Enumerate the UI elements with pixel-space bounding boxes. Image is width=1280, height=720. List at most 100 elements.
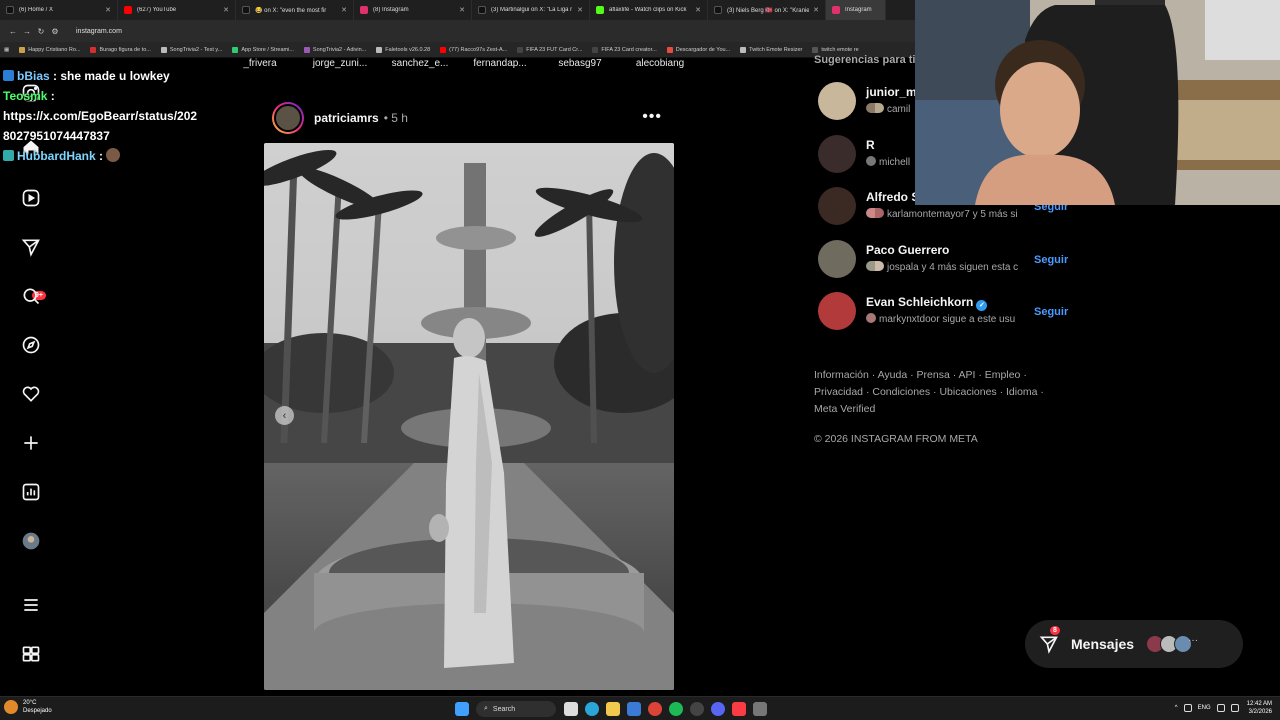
bookmark[interactable]: SongTrivia2 - Adivin...: [303, 46, 366, 53]
story-username[interactable]: sanchez_e...: [380, 58, 460, 72]
weather-desc: Despejado: [23, 708, 52, 714]
suggestion-avatar[interactable]: [818, 135, 856, 173]
browser-tab[interactable]: 😂 on X: "even the most fir ✕: [236, 0, 354, 20]
tab-favicon: [124, 6, 132, 14]
forward-icon[interactable]: →: [20, 27, 34, 36]
bookmark-label: Burago figura de to...: [99, 46, 151, 53]
reels-icon[interactable]: [21, 188, 41, 208]
mail-icon[interactable]: [627, 702, 641, 716]
volume-icon[interactable]: [1230, 704, 1239, 712]
footer-links[interactable]: Información · Ayuda · Prensa · API · Emp…: [814, 367, 1054, 418]
tab-favicon: [478, 6, 486, 14]
apps-icon[interactable]: ▦: [4, 47, 9, 53]
bookmark[interactable]: App Store / Streami...: [232, 46, 294, 53]
profile-icon[interactable]: [21, 531, 41, 551]
weather-widget[interactable]: 20°C Despejado: [4, 699, 52, 715]
language-indicator[interactable]: ENG: [1198, 705, 1211, 711]
follow-button[interactable]: Seguir: [1034, 254, 1068, 266]
browser-tab[interactable]: (3) Niels Berg 🇳🇴 on X: "Kranie ✕: [708, 0, 826, 20]
browser-tab[interactable]: (627) YouTube ✕: [118, 0, 236, 20]
bookmark[interactable]: Happy Cristiano Ro...: [19, 46, 80, 53]
more-options-icon[interactable]: •••: [642, 108, 662, 126]
back-icon[interactable]: ←: [6, 27, 20, 36]
suggestion-name[interactable]: Paco Guerrero: [866, 243, 949, 257]
close-icon[interactable]: ✕: [695, 6, 701, 14]
task-view-icon[interactable]: [564, 702, 578, 716]
bookmark[interactable]: twitch emote re: [812, 46, 859, 53]
tab-favicon: [714, 6, 722, 14]
search-icon[interactable]: [21, 286, 41, 306]
create-icon[interactable]: [21, 433, 41, 453]
tab-favicon: [832, 6, 840, 14]
spotify-icon[interactable]: [669, 702, 683, 716]
suggestion-avatar[interactable]: [818, 187, 856, 225]
network-icon[interactable]: [1216, 704, 1225, 712]
site-info-icon[interactable]: ⚙: [48, 27, 62, 36]
url-field[interactable]: instagram.com: [76, 28, 122, 35]
close-icon[interactable]: ✕: [813, 6, 819, 14]
tray-chevron-icon[interactable]: ^: [1175, 705, 1178, 711]
mutual-avatars-icon: [866, 156, 876, 166]
suggestion-avatar[interactable]: [818, 240, 856, 278]
browser-tab[interactable]: (6) Home / X ✕: [0, 0, 118, 20]
notifications-icon[interactable]: [21, 384, 41, 404]
discord-icon[interactable]: [711, 702, 725, 716]
story-username[interactable]: _frivera: [220, 58, 300, 72]
bookmark[interactable]: Burago figura de to...: [90, 46, 151, 53]
post-avatar[interactable]: [272, 102, 304, 134]
bookmark[interactable]: Descargador de You...: [666, 46, 730, 53]
explorer-icon[interactable]: [606, 702, 620, 716]
browser-tab[interactable]: aflaxlife - Watch clips on Kick ✕: [590, 0, 708, 20]
browser-tab-active[interactable]: Instagram: [826, 0, 886, 20]
follow-button[interactable]: Seguir: [1034, 306, 1068, 318]
bookmark-icon: [303, 46, 310, 53]
close-icon[interactable]: ✕: [341, 6, 347, 14]
bookmark[interactable]: SongTrivia2 - Test y...: [160, 46, 222, 53]
suggestion-name[interactable]: Evan Schleichkorn ✓: [866, 295, 988, 311]
browser-tab[interactable]: (8) Instagram ✕: [354, 0, 472, 20]
story-username[interactable]: fernandap...: [460, 58, 540, 72]
post-image[interactable]: [264, 143, 674, 690]
tab-favicon: [242, 6, 250, 14]
music-icon[interactable]: [732, 702, 746, 716]
copyright: © 2026 INSTAGRAM FROM META: [814, 433, 978, 445]
bookmark[interactable]: FIFA 23 FUT Card Cr...: [517, 46, 582, 53]
obs-icon[interactable]: [690, 702, 704, 716]
bookmark-icon: [90, 46, 97, 53]
mic-icon[interactable]: [1183, 704, 1192, 712]
more-apps-icon[interactable]: [21, 644, 41, 664]
bookmark[interactable]: Twitch Emote Resizer: [740, 46, 802, 53]
close-icon[interactable]: ✕: [105, 6, 111, 14]
messages-icon[interactable]: [21, 237, 41, 257]
story-username[interactable]: jorge_zuni...: [300, 58, 380, 72]
clock[interactable]: 12:42 AM 3/2/2026: [1247, 700, 1272, 716]
browser-tab[interactable]: (3) Martinalgui on X: "La Liga r ✕: [472, 0, 590, 20]
close-icon[interactable]: ✕: [459, 6, 465, 14]
previous-slide-button[interactable]: ‹: [275, 406, 294, 425]
taskbar-search[interactable]: ⌕ Search: [476, 701, 556, 717]
chrome-icon[interactable]: [648, 702, 662, 716]
edge-icon[interactable]: [585, 702, 599, 716]
bookmark[interactable]: (77) Racco97s Zest-A...: [440, 46, 507, 53]
story-username[interactable]: sebasg97: [540, 58, 620, 72]
post-username[interactable]: patriciamrs: [314, 111, 379, 125]
menu-icon[interactable]: [21, 595, 41, 615]
suggestion-name[interactable]: Alfredo S: [866, 190, 919, 204]
close-icon[interactable]: ✕: [577, 6, 583, 14]
story-username[interactable]: alecobiang: [620, 58, 700, 72]
app-icon[interactable]: [753, 702, 767, 716]
bookmark[interactable]: Faletools v26.0.28: [376, 46, 430, 53]
suggestion-avatar[interactable]: [818, 292, 856, 330]
stories-row: _frivera jorge_zuni... sanchez_e... fern…: [220, 58, 740, 72]
webcam-feed: [915, 0, 1280, 205]
windows-start-icon[interactable]: [455, 702, 469, 716]
reload-icon[interactable]: ↻: [34, 27, 48, 36]
suggestion-name[interactable]: junior_m: [866, 85, 917, 99]
bookmark[interactable]: FIFA 23 Card creator...: [592, 46, 657, 53]
messages-button[interactable]: 8 Mensajes ···: [1025, 620, 1243, 668]
dashboard-icon[interactable]: [21, 482, 41, 502]
explore-icon[interactable]: [21, 335, 41, 355]
suggestion-avatar[interactable]: [818, 82, 856, 120]
suggestion-name[interactable]: R: [866, 138, 875, 152]
close-icon[interactable]: ✕: [223, 6, 229, 14]
